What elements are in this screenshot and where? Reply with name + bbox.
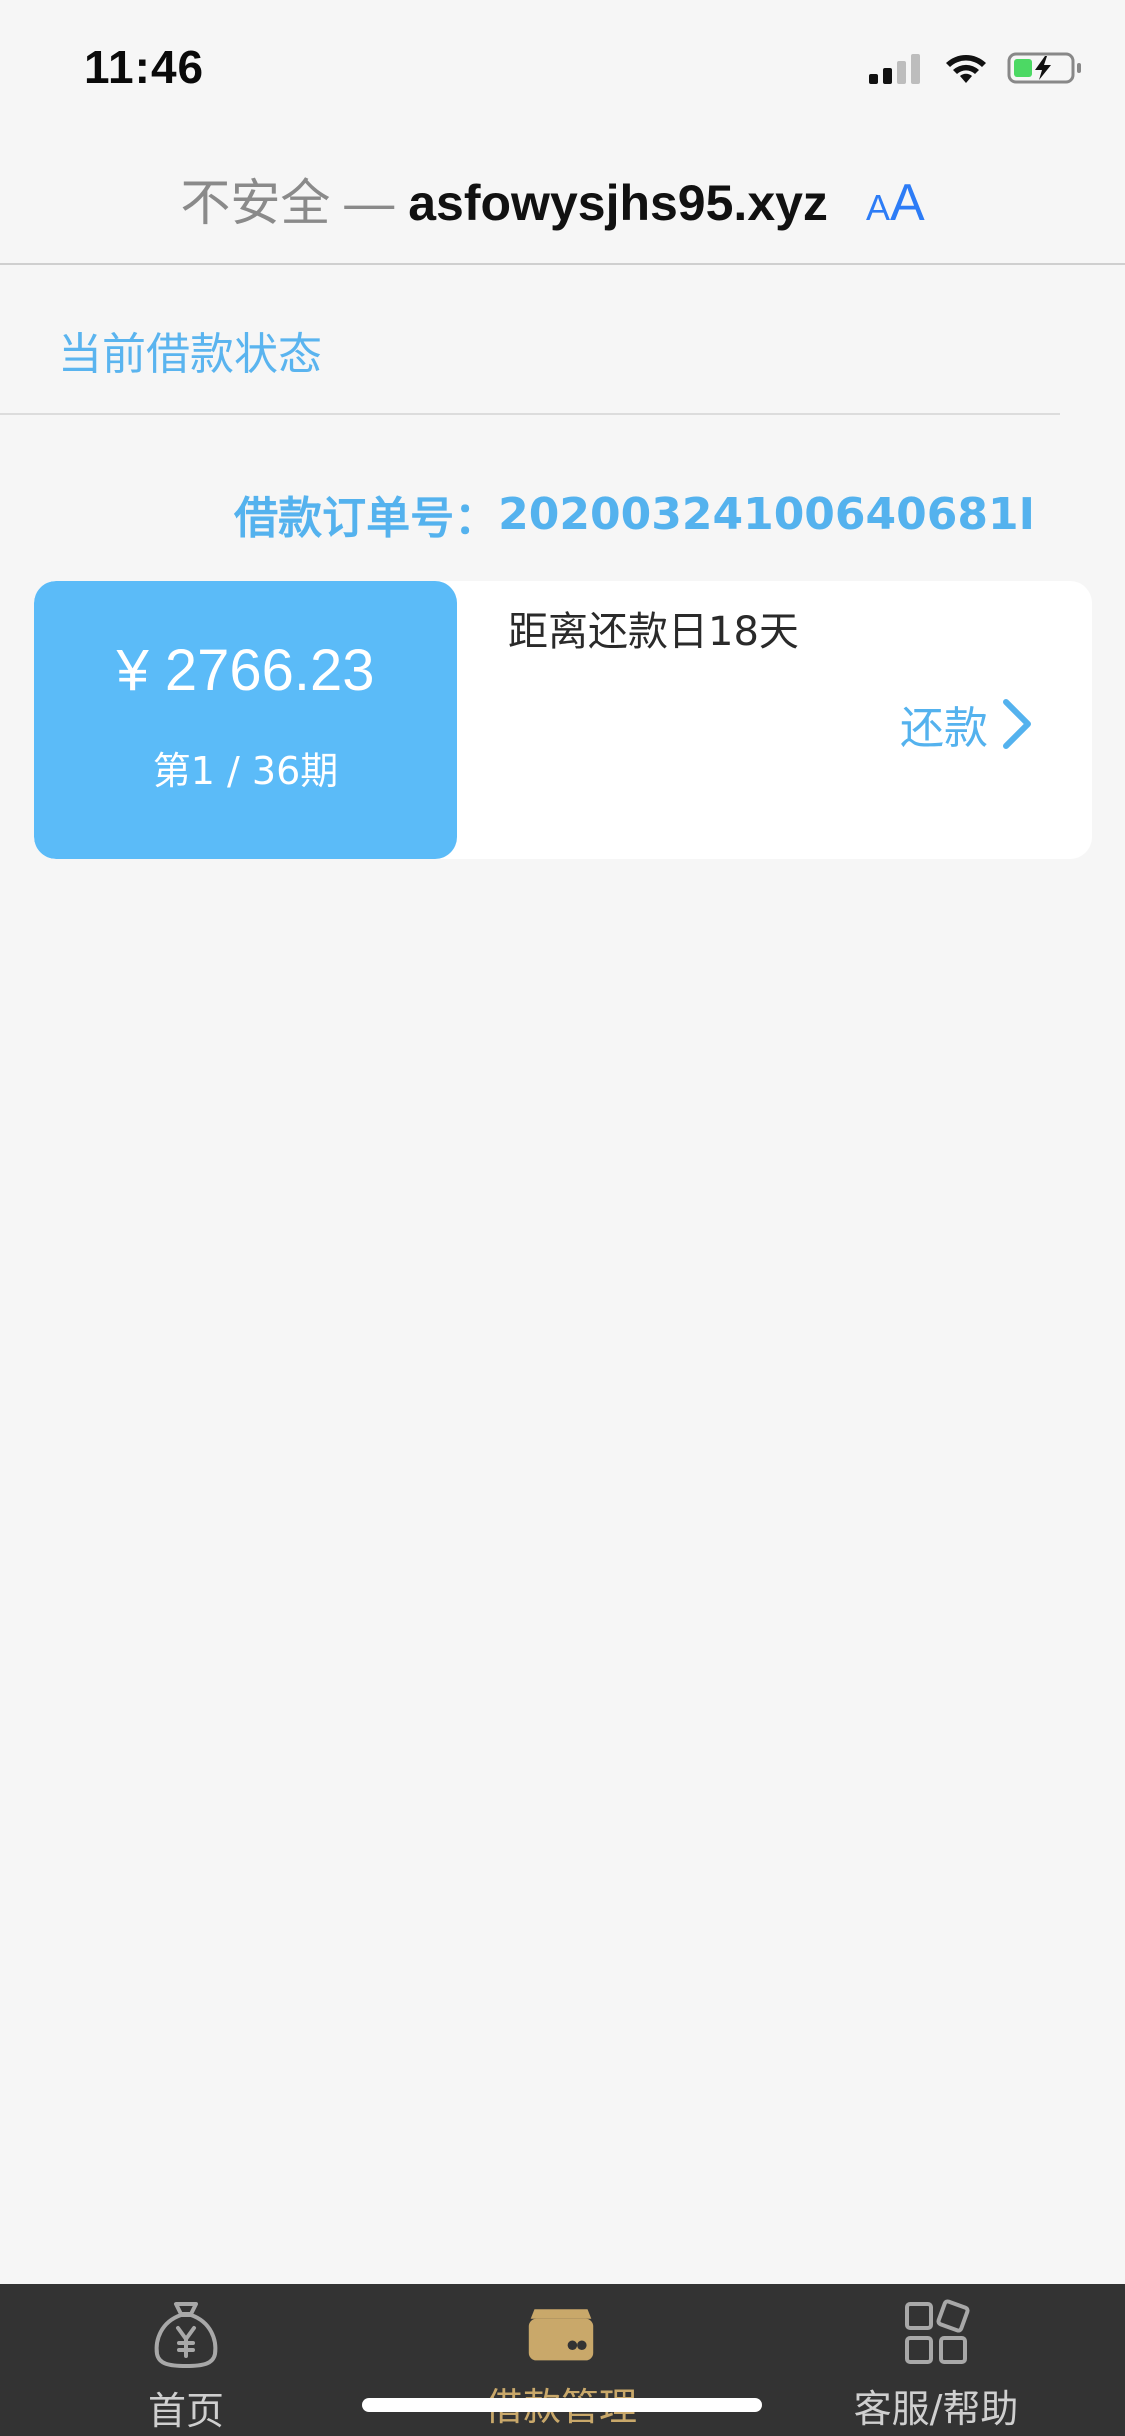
tab-label: 客服/帮助 [853,2387,1019,2431]
loan-amount: ¥ 2766.23 [116,638,375,703]
status-bar: 11:46 [0,0,1125,135]
site-host: asfowysjhs95.xyz [408,175,828,231]
order-number-value: 20200324100640681I [498,488,1035,540]
address-text[interactable]: 不安全 — asfowysjhs95.xyz AA [180,163,924,235]
security-label: 不安全 — [180,175,395,231]
order-number-row: 借款订单号： 20200324100640681I [234,482,1035,546]
section-title: 当前借款状态 [58,329,322,380]
signal-icon [869,54,920,84]
battery-charging-icon [1007,52,1081,84]
grid-icon [900,2298,972,2368]
section-divider [0,413,1060,415]
tab-label: 首页 [147,2389,224,2433]
status-icons [869,48,1083,88]
home-indicator [362,2398,762,2412]
repay-label: 还款 [900,703,988,754]
loan-card: ¥ 2766.23 第1 / 36期 距离还款日18天 还款 [34,581,1092,859]
tab-customer-service[interactable]: 客服/帮助 [836,2298,1036,2431]
order-number-label: 借款订单号： [234,493,499,544]
text-size-button[interactable]: AA [866,173,925,233]
chevron-right-icon [1003,699,1031,749]
wallet-icon [525,2298,597,2366]
address-bar[interactable]: 不安全 — asfowysjhs95.xyz AA [0,135,1125,265]
text-size-small: A [865,187,890,228]
loan-period: 第1 / 36期 [152,749,339,793]
tab-bar: 首页 借款管理 客服/帮助 [0,2284,1125,2436]
page: 11:46 不安全 — asfowysjhs95.xyz AA 当前借款状态 借… [0,0,1125,2436]
repay-button[interactable]: 还款 [900,689,1034,759]
amount-panel: ¥ 2766.23 第1 / 36期 [34,581,457,859]
money-bag-icon [150,2298,222,2370]
text-size-big: A [889,174,925,232]
status-time: 11:46 [84,41,205,93]
wifi-icon [946,55,986,83]
days-until-due: 距离还款日18天 [508,609,799,655]
tab-home[interactable]: 首页 [86,2298,286,2433]
